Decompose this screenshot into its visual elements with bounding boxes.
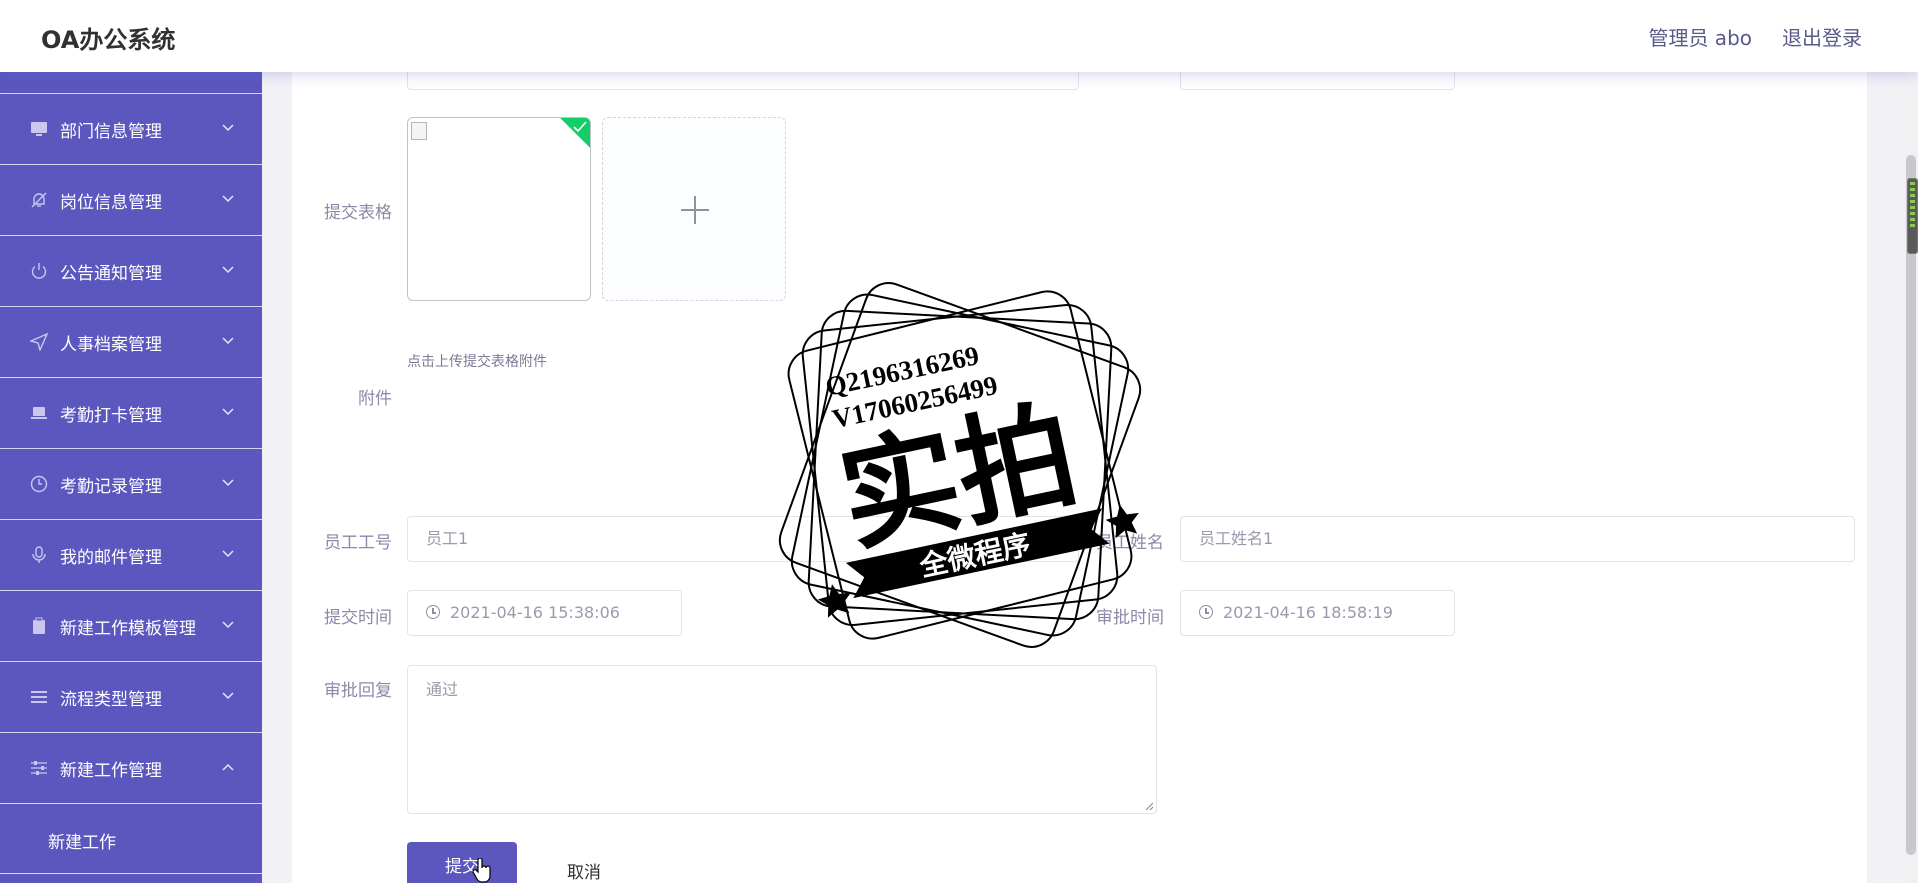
sidebar-item-label: 岗位信息管理 — [60, 193, 162, 213]
sidebar-item-attendance-records[interactable]: 考勤记录管理 — [0, 448, 262, 519]
sidebar-item-department[interactable]: 部门信息管理 — [0, 93, 262, 164]
sidebar-item-position[interactable]: 岗位信息管理 — [0, 164, 262, 235]
chevron-down-icon — [222, 479, 234, 487]
uploaded-image-thumb[interactable] — [407, 117, 591, 301]
sidebar-item-label: 部门信息管理 — [60, 122, 162, 142]
admin-username[interactable]: 管理员 abo — [1648, 22, 1752, 51]
check-icon — [573, 121, 587, 133]
sidebar-item-label: 公告通知管理 — [60, 264, 162, 284]
sidebar-subitem-new-work[interactable]: 新建工作 — [0, 803, 262, 873]
submit-button[interactable]: 提交 — [407, 842, 517, 883]
clipboard-icon — [33, 617, 45, 634]
chevron-up-icon — [222, 763, 234, 771]
submit-time-input[interactable]: 2021-04-16 15:38:06 — [407, 590, 682, 636]
chevron-down-icon — [222, 692, 234, 700]
resize-grip-icon[interactable] — [1144, 801, 1154, 811]
send-icon — [30, 333, 48, 351]
chevron-down-icon — [222, 195, 234, 203]
sidebar-item-new-work[interactable]: 新建工作管理 — [0, 732, 262, 803]
sidebar-item-label: 新建工作管理 — [60, 761, 162, 781]
microphone-icon — [32, 546, 46, 563]
employee-no-label: 员工工号 — [324, 533, 392, 553]
header-actions: 管理员 abo 退出登录 — [1648, 22, 1862, 51]
cancel-button[interactable]: 取消 — [567, 858, 601, 883]
sidebar-item-partial[interactable] — [0, 72, 262, 93]
reply-textarea[interactable]: 通过 — [407, 665, 1157, 814]
watermark-stamp: Q2196316269 V17060256499 实拍 全微程序 — [778, 282, 1142, 648]
chevron-down-icon — [222, 408, 234, 416]
page-scrollbar-thumb[interactable] — [1906, 155, 1916, 855]
sidebar-item-personnel[interactable]: 人事档案管理 — [0, 306, 262, 377]
sidebar-item-process-type[interactable]: 流程类型管理 — [0, 661, 262, 732]
sidebar-subitem-label: 新建工作 — [48, 833, 116, 853]
sidebar-item-label: 我的邮件管理 — [60, 548, 162, 568]
list-icon — [31, 691, 47, 703]
approve-time-value: 2021-04-16 18:58:19 — [1223, 603, 1393, 622]
clock-icon — [30, 475, 48, 493]
sidebar-item-notice[interactable]: 公告通知管理 — [0, 235, 262, 306]
submit-table-label: 提交表格 — [324, 203, 392, 223]
chevron-down-icon — [222, 266, 234, 274]
sidebar-item-mail[interactable]: 我的邮件管理 — [0, 519, 262, 590]
top-header: OA办公系统 管理员 abo 退出登录 — [0, 0, 1918, 72]
side-widget[interactable] — [1907, 178, 1918, 254]
sidebar-item-label: 人事档案管理 — [60, 335, 162, 355]
sliders-icon — [31, 761, 47, 775]
power-icon — [31, 263, 47, 279]
sidebar-item-label: 考勤记录管理 — [60, 477, 162, 497]
monitor-icon — [31, 122, 47, 136]
laptop-icon — [31, 407, 47, 419]
sidebar-item-label: 流程类型管理 — [60, 690, 162, 710]
star-icon — [1105, 504, 1139, 539]
app-logo: OA办公系统 — [41, 26, 176, 54]
sidebar-item-label: 考勤打卡管理 — [60, 406, 162, 426]
clock-icon — [1199, 605, 1213, 619]
chevron-down-icon — [222, 621, 234, 629]
broken-image-icon — [411, 122, 427, 140]
sidebar: 部门信息管理 岗位信息管理 公告通知管理 人事档案管理 考勤打卡管理 考勤记录管… — [0, 72, 262, 883]
sidebar-item-checkin[interactable]: 考勤打卡管理 — [0, 377, 262, 448]
reply-label: 审批回复 — [324, 681, 392, 701]
submit-time-value: 2021-04-16 15:38:06 — [450, 603, 620, 622]
chevron-down-icon — [222, 550, 234, 558]
attachment-label: 附件 — [358, 389, 392, 409]
clock-icon — [426, 605, 440, 619]
approve-time-input[interactable]: 2021-04-16 18:58:19 — [1180, 590, 1455, 636]
chevron-down-icon — [222, 337, 234, 345]
employee-name-input[interactable]: 员工姓名1 — [1180, 516, 1855, 562]
chevron-down-icon — [222, 124, 234, 132]
bell-off-icon — [31, 192, 47, 208]
hand-cursor-icon — [472, 858, 491, 883]
submit-time-label: 提交时间 — [324, 608, 392, 628]
sidebar-divider — [0, 873, 262, 883]
logout-link[interactable]: 退出登录 — [1782, 22, 1862, 51]
sidebar-item-label: 新建工作模板管理 — [60, 619, 196, 639]
reply-value: 通过 — [426, 680, 459, 699]
sidebar-item-work-template[interactable]: 新建工作模板管理 — [0, 590, 262, 661]
upload-tip[interactable]: 点击上传提交表格附件 — [407, 351, 547, 371]
